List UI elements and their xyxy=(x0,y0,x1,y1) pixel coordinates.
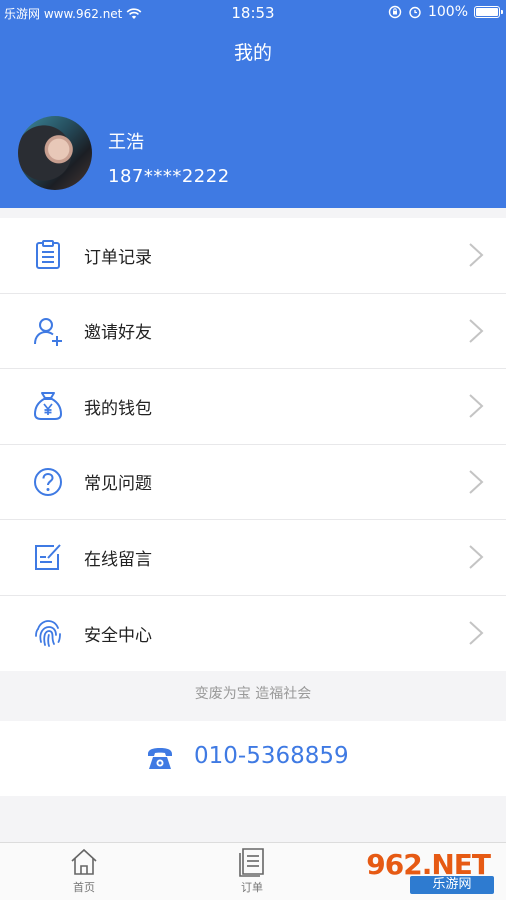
menu-item-label: 订单记录 xyxy=(84,247,152,268)
menu-item-label: 安全中心 xyxy=(84,625,152,646)
telephone-icon xyxy=(148,748,172,769)
chevron-right-icon xyxy=(469,243,484,267)
menu-list: 订单记录 邀请好友 我的钱包 常见问题 在线留言 安全中心 xyxy=(0,218,506,671)
avatar[interactable] xyxy=(18,116,92,190)
slogan: 变废为宝 造福社会 xyxy=(194,686,312,702)
menu-item-security-center[interactable]: 安全中心 xyxy=(0,596,506,672)
home-icon xyxy=(71,848,97,875)
add-user-icon xyxy=(32,315,64,347)
rotation-lock-icon xyxy=(388,5,402,19)
chevron-right-icon xyxy=(469,621,484,645)
order-list-icon xyxy=(32,239,64,271)
menu-item-wallet[interactable]: 我的钱包 xyxy=(0,369,506,445)
chevron-right-icon xyxy=(469,545,484,569)
hotline-number[interactable]: 010-5368859 xyxy=(194,743,349,769)
menu-item-order-records[interactable]: 订单记录 xyxy=(0,218,506,294)
status-bar: 乐游网 www.962.net 18:53 100% xyxy=(0,0,506,26)
tab-home[interactable]: 首页 xyxy=(44,847,124,895)
menu-item-label: 邀请好友 xyxy=(84,323,152,344)
tab-bar: 首页 订单 962.NET 乐游网 xyxy=(0,842,506,900)
chevron-right-icon xyxy=(469,394,484,418)
menu-item-label: 常见问题 xyxy=(84,474,152,495)
tab-label: 首页 xyxy=(73,881,95,894)
money-bag-icon xyxy=(32,390,64,422)
chevron-right-icon xyxy=(469,470,484,494)
battery-percent: 100% xyxy=(427,4,468,20)
user-name: 王浩 xyxy=(108,132,144,153)
tab-orders[interactable]: 订单 xyxy=(212,847,292,895)
menu-item-online-message[interactable]: 在线留言 xyxy=(0,520,506,596)
menu-item-faq[interactable]: 常见问题 xyxy=(0,445,506,520)
menu-item-invite-friends[interactable]: 邀请好友 xyxy=(0,294,506,369)
watermark-logo: 962.NET 乐游网 xyxy=(366,848,500,894)
user-phone: 187****2222 xyxy=(108,166,230,187)
page-title: 我的 xyxy=(233,42,272,64)
menu-item-label: 在线留言 xyxy=(84,549,152,570)
fingerprint-icon xyxy=(32,617,64,649)
hotline-bar[interactable]: 010-5368859 xyxy=(0,721,506,796)
question-icon xyxy=(32,466,64,498)
watermark-sub: 乐游网 xyxy=(410,876,494,894)
battery-icon xyxy=(474,6,503,18)
tab-label: 订单 xyxy=(241,881,263,894)
order-icon xyxy=(239,848,264,877)
profile-header: 乐游网 www.962.net 18:53 100% 我的 王浩 187**** xyxy=(0,0,506,208)
status-right: 100% xyxy=(388,4,503,20)
edit-note-icon xyxy=(32,541,64,573)
alarm-icon xyxy=(409,6,421,19)
menu-item-label: 我的钱包 xyxy=(84,398,152,419)
chevron-right-icon xyxy=(469,319,484,343)
